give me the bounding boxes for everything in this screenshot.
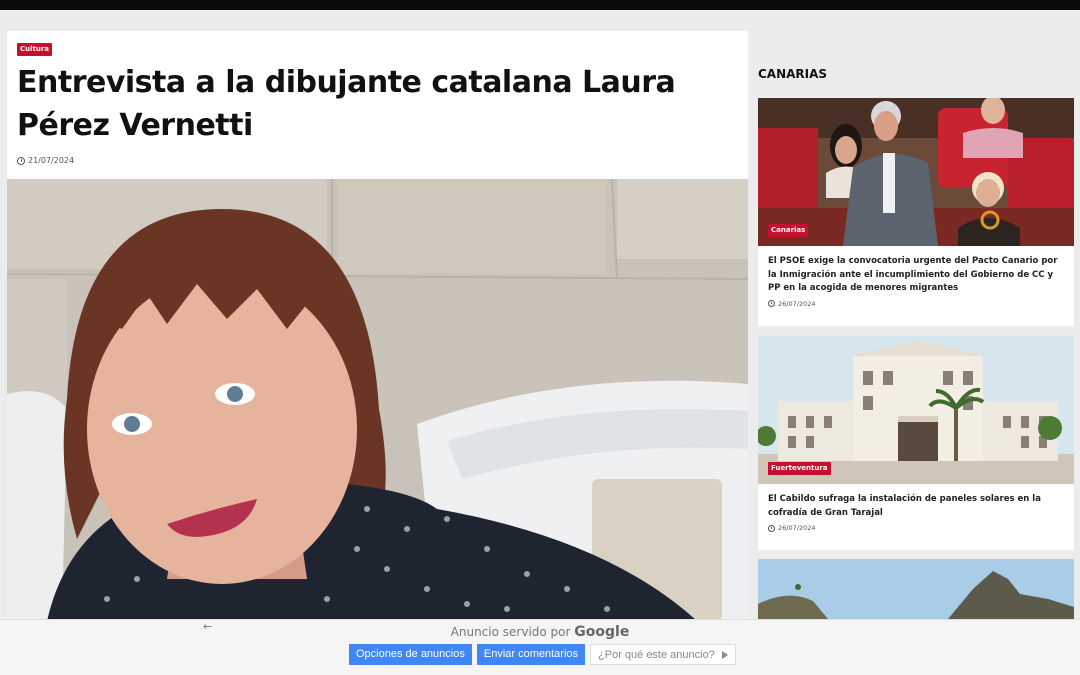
news-card[interactable]: Canarias El PSOE exige la convocatoria u… [758, 98, 1074, 326]
sidebar: CANARIAS Canarias El PSOE exige la convo… [758, 60, 1074, 619]
clock-icon [768, 524, 775, 532]
news-card-date: 26/07/2024 [758, 520, 1074, 532]
article-date: 21/07/2024 [28, 156, 75, 165]
ad-options-button[interactable]: Opciones de anuncios [349, 644, 472, 665]
why-this-ad-button[interactable]: ¿Por qué este anuncio? [590, 644, 736, 665]
news-card-tag[interactable]: Canarias [768, 224, 809, 237]
clock-icon [17, 156, 25, 165]
news-card-image[interactable]: Fuerteventura [758, 336, 1074, 484]
play-icon [721, 651, 728, 660]
article-meta: 21/07/2024 [17, 156, 74, 165]
clock-icon [768, 300, 775, 307]
article-title: Entrevista a la dibujante catalana Laura… [17, 65, 676, 143]
browser-top-bar [0, 0, 1080, 10]
google-logo: Google [574, 624, 630, 640]
ad-bar: ← Anuncio servido por Google Opciones de… [0, 619, 1080, 675]
news-card-headline[interactable]: El Cabildo sufraga la instalación de pan… [758, 484, 1074, 520]
sidebar-heading: CANARIAS [758, 67, 828, 81]
news-card[interactable] [758, 559, 1074, 619]
ad-buttons: Opciones de anuncios Enviar comentarios … [349, 644, 736, 665]
news-card-tag[interactable]: Fuerteventura [768, 462, 831, 475]
article-hero-image [7, 179, 748, 621]
news-card-headline[interactable]: El PSOE exige la convocatoria urgente de… [758, 246, 1074, 296]
article-main: Cultura Entrevista a la dibujante catala… [7, 31, 748, 621]
ad-served-by: Anuncio servido por Google [450, 624, 630, 640]
news-card-image[interactable]: Canarias [758, 98, 1074, 246]
news-card[interactable]: Fuerteventura El Cabildo sufraga la inst… [758, 336, 1074, 550]
category-badge[interactable]: Cultura [17, 43, 53, 56]
news-card-image[interactable] [758, 559, 1074, 619]
send-feedback-button[interactable]: Enviar comentarios [476, 644, 586, 665]
news-card-date: 26/07/2024 [758, 296, 1074, 308]
